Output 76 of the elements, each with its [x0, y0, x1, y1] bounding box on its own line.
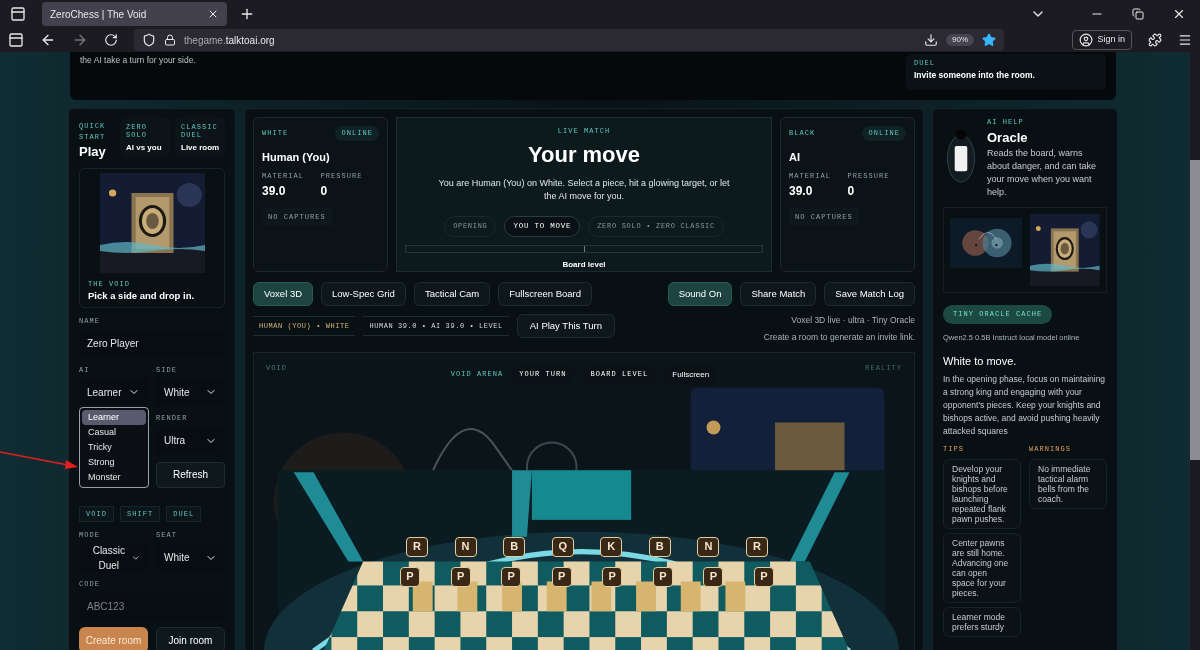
- piece-label: P: [602, 566, 623, 587]
- stat-value: 39.0: [789, 182, 814, 200]
- advice-heading: White to move.: [943, 353, 1018, 369]
- close-icon[interactable]: [1172, 7, 1186, 21]
- address-bar[interactable]: thegame.talktoai.org 90%: [134, 29, 1004, 51]
- name-field[interactable]: Zero Player: [79, 330, 225, 357]
- url-text: thegame.talktoai.org: [184, 33, 275, 48]
- live-title: Your move: [527, 140, 641, 169]
- new-tab-icon[interactable]: [239, 6, 255, 22]
- side-select[interactable]: White: [156, 379, 225, 406]
- view-mode-button[interactable]: Voxel 3D: [253, 282, 314, 306]
- back-icon[interactable]: [40, 32, 56, 48]
- ai-select[interactable]: Learner: [79, 379, 148, 406]
- void-title: Pick a side and drop in.: [88, 289, 196, 303]
- stat-value: 0: [847, 182, 856, 200]
- board-level-marker[interactable]: [584, 245, 585, 252]
- oracle-title: Oracle: [987, 128, 1029, 147]
- zoom-level[interactable]: 90%: [946, 34, 974, 46]
- browser-tab[interactable]: ZeroChess | The Void: [42, 2, 227, 26]
- ai-play-button[interactable]: AI Play This Turn: [516, 314, 615, 338]
- advice-text: In the opening phase, focus on maintaining a strong king and engaging with your opponent's pieces. Keep your knights and bishops active, and avoid pushing heavily attacked squares: [943, 373, 1107, 439]
- join-room-button[interactable]: Join room: [156, 627, 225, 650]
- status-info-text: Create a room to generate an invite link.: [763, 330, 915, 344]
- warning-card: No immediate tactical alarm bells from the coach.: [1029, 458, 1107, 509]
- lock-icon: [164, 34, 176, 46]
- dropdown-option[interactable]: Learner: [82, 410, 146, 426]
- scrollbar[interactable]: [1190, 52, 1200, 650]
- intro-text: the AI take a turn for your side.: [80, 54, 196, 67]
- piece-label: N: [697, 536, 720, 557]
- status-info-text: Voxel 3D live · ultra · Tiny Oracle: [791, 314, 915, 327]
- menu-icon[interactable]: [1178, 33, 1192, 47]
- player-name: Human (You): [262, 149, 331, 165]
- piece-label: P: [703, 566, 724, 587]
- match-action-button[interactable]: Sound On: [667, 282, 733, 306]
- board-level-track[interactable]: [405, 244, 763, 253]
- render-select[interactable]: Ultra: [156, 427, 225, 454]
- dropdown-option[interactable]: Strong: [82, 455, 146, 471]
- piece-label: B: [503, 536, 526, 557]
- piece-label: P: [501, 566, 522, 587]
- stat-value: 39.0: [262, 182, 287, 200]
- live-description: You are Human (You) on White. Select a piece, hit a glowing target, or let the AI move for you.: [437, 176, 731, 203]
- dropdown-option[interactable]: Casual: [82, 425, 146, 441]
- match-action-button[interactable]: Share Match: [740, 282, 817, 306]
- view-mode-button[interactable]: Fullscreen Board: [498, 282, 593, 306]
- sidebar-icon[interactable]: [8, 32, 24, 48]
- tip-card: Learner mode prefers sturdy: [943, 606, 1021, 637]
- player-name: AI: [789, 149, 801, 165]
- mode-select[interactable]: Classic Duel: [79, 544, 148, 571]
- piece-label: P: [400, 566, 420, 587]
- extensions-icon[interactable]: [1148, 33, 1162, 47]
- dropdown-option[interactable]: Monster: [82, 470, 146, 486]
- tip-card: Develop your knights and bishops before launching repeated flank pawn pushes.: [943, 458, 1021, 529]
- oracle-description: Reads the board, warns about danger, and can take your move when you want help.: [987, 147, 1098, 199]
- bookmark-star-icon[interactable]: [982, 33, 996, 47]
- stat-value: 0: [320, 182, 329, 200]
- restore-icon[interactable]: [1132, 8, 1144, 20]
- refresh-button[interactable]: Refresh: [156, 461, 225, 488]
- reload-icon[interactable]: [104, 33, 118, 47]
- view-mode-button[interactable]: Low-Spec Grid: [321, 282, 406, 306]
- close-icon[interactable]: [207, 8, 219, 20]
- play-title: Play: [79, 143, 107, 161]
- tip-card: Center pawns are still home. Advancing one can open space for your pieces.: [943, 532, 1021, 603]
- account-icon: [1079, 33, 1094, 47]
- piece-label: K: [600, 536, 623, 557]
- sign-in-button[interactable]: Sign in: [1072, 30, 1132, 50]
- match-action-button[interactable]: Save Match Log: [824, 282, 915, 306]
- tab-list-icon[interactable]: [10, 6, 26, 22]
- piece-label: R: [406, 536, 428, 557]
- code-field[interactable]: ABC123: [79, 593, 225, 620]
- view-mode-button[interactable]: Tactical Cam: [413, 282, 491, 306]
- download-icon[interactable]: [924, 33, 938, 47]
- board-level-label: Board level: [562, 258, 606, 271]
- shield-icon: [142, 33, 156, 47]
- forward-icon[interactable]: [72, 32, 88, 48]
- seat-select[interactable]: White: [156, 544, 225, 571]
- dropdown-option[interactable]: Tricky: [82, 440, 146, 456]
